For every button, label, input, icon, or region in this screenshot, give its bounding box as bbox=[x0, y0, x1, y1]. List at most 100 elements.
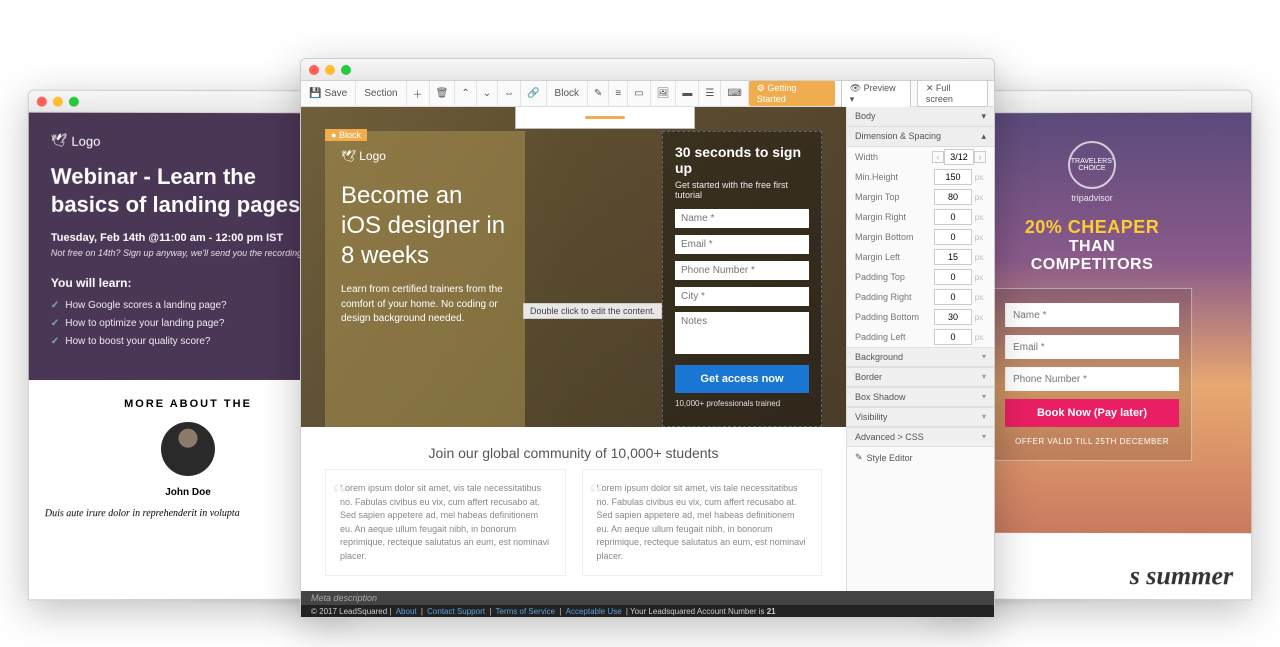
section-button[interactable]: Section bbox=[356, 81, 406, 107]
email-field[interactable] bbox=[1005, 335, 1179, 359]
delete-icon[interactable]: 🗑 bbox=[430, 81, 456, 107]
prop-input[interactable] bbox=[934, 189, 972, 205]
community-heading: Join our global community of 10,000+ stu… bbox=[301, 427, 846, 469]
notes-field[interactable] bbox=[675, 312, 809, 354]
prop-section[interactable]: Visibility bbox=[847, 407, 994, 427]
email-field[interactable] bbox=[675, 235, 809, 254]
properties-panel: Body▾ Dimension & Spacing▴ Width ‹ › Min… bbox=[846, 107, 994, 591]
prop-row: Margin Bottompx bbox=[847, 227, 994, 247]
footer-link[interactable]: Contact Support bbox=[427, 607, 485, 616]
book-now-button[interactable]: Book Now (Pay later) bbox=[1005, 399, 1179, 427]
footer-link[interactable]: About bbox=[396, 607, 417, 616]
prop-section[interactable]: Border bbox=[847, 367, 994, 387]
prop-section[interactable]: Background bbox=[847, 347, 994, 367]
prop-row: Padding Bottompx bbox=[847, 307, 994, 327]
prop-input[interactable] bbox=[934, 289, 972, 305]
width-stepper-right[interactable]: › bbox=[974, 151, 986, 163]
width-row: Width ‹ › bbox=[847, 147, 994, 167]
save-button[interactable]: 💾 Save bbox=[301, 81, 356, 107]
form-title: 30 seconds to sign up bbox=[675, 144, 809, 176]
get-access-button[interactable]: Get access now bbox=[675, 365, 809, 393]
footer-bar: © 2017 LeadSquared | About | Contact Sup… bbox=[301, 605, 994, 618]
bullet-item: How to boost your quality score? bbox=[51, 336, 325, 347]
prop-row: Margin Leftpx bbox=[847, 247, 994, 267]
editor-toolbar: 💾 Save Section ＋ 🗑 ⌃ ⌄ ⇔ 🔗 Block ✎ ≡ ▭ 🖼… bbox=[301, 81, 994, 107]
award-badge-icon: TRAVELERS' CHOICE bbox=[1068, 141, 1116, 189]
offer-text: OFFER VALID TILL 25TH DECEMBER bbox=[1005, 437, 1179, 446]
text-block-icon[interactable]: ▭ bbox=[628, 81, 650, 107]
bullet-item: How to optimize your landing page? bbox=[51, 318, 325, 329]
close-icon[interactable] bbox=[309, 65, 319, 75]
getting-started-button[interactable]: ⚙ Getting Started bbox=[749, 81, 835, 106]
edit-icon[interactable]: ✎ bbox=[588, 81, 609, 107]
prop-input[interactable] bbox=[934, 209, 972, 225]
close-icon[interactable] bbox=[37, 97, 47, 107]
prop-input[interactable] bbox=[934, 329, 972, 345]
minimize-icon[interactable] bbox=[325, 65, 335, 75]
prop-row: Margin Rightpx bbox=[847, 207, 994, 227]
dimension-section[interactable]: Dimension & Spacing▴ bbox=[847, 127, 994, 147]
width-stepper-left[interactable]: ‹ bbox=[932, 151, 944, 163]
name-field[interactable] bbox=[675, 209, 809, 228]
prop-row: Min.Heightpx bbox=[847, 167, 994, 187]
logo: 🕊 Logo bbox=[341, 149, 509, 163]
block-tag: ● Block bbox=[325, 129, 367, 141]
phone-field[interactable] bbox=[675, 261, 809, 280]
link-icon[interactable]: 🔗 bbox=[521, 81, 546, 107]
selector-dropdown[interactable]: Body▾ bbox=[847, 107, 994, 127]
prop-input[interactable] bbox=[934, 309, 972, 325]
prop-row: Padding Toppx bbox=[847, 267, 994, 287]
width-input[interactable] bbox=[944, 149, 974, 165]
meta-bar[interactable]: Meta description bbox=[301, 591, 994, 605]
prop-row: Margin Toppx bbox=[847, 187, 994, 207]
promo-line-2: THAN bbox=[955, 238, 1229, 256]
fullscreen-button[interactable]: ✕ Full screen bbox=[917, 80, 988, 107]
block-button[interactable]: Block bbox=[547, 81, 588, 107]
titlebar bbox=[301, 59, 994, 81]
footer-link[interactable]: Acceptable Use bbox=[566, 607, 622, 616]
avatar bbox=[161, 422, 215, 476]
city-field[interactable] bbox=[675, 287, 809, 306]
add-icon[interactable]: ＋ bbox=[407, 81, 430, 107]
testimonial: Lorem ipsum dolor sit amet, vis tale nec… bbox=[582, 469, 823, 576]
prop-input[interactable] bbox=[934, 249, 972, 265]
prop-section[interactable]: Advanced > CSS bbox=[847, 427, 994, 447]
testimonial: Lorem ipsum dolor sit amet, vis tale nec… bbox=[325, 469, 566, 576]
name-field[interactable] bbox=[1005, 303, 1179, 327]
prop-input[interactable] bbox=[934, 229, 972, 245]
tripadvisor-label: tripadvisor bbox=[955, 193, 1229, 203]
style-editor-button[interactable]: ✎ Style Editor bbox=[847, 447, 994, 468]
learn-title: You will learn: bbox=[51, 276, 325, 290]
move-down-icon[interactable]: ⌄ bbox=[477, 81, 498, 107]
maximize-icon[interactable] bbox=[69, 97, 79, 107]
hero-headline[interactable]: Become an iOS designer in 8 weeks bbox=[341, 181, 509, 271]
phone-field[interactable] bbox=[1005, 367, 1179, 391]
code-icon[interactable]: ⌨ bbox=[721, 81, 748, 107]
editor-window: 💾 Save Section ＋ 🗑 ⌃ ⌄ ⇔ 🔗 Block ✎ ≡ ▭ 🖼… bbox=[300, 58, 995, 618]
footer-link[interactable]: Terms of Service bbox=[496, 607, 556, 616]
maximize-icon[interactable] bbox=[341, 65, 351, 75]
image-icon[interactable]: 🖼 bbox=[651, 81, 677, 107]
edit-hint-tooltip: Double click to edit the content. bbox=[523, 303, 662, 319]
prop-section[interactable]: Box Shadow bbox=[847, 387, 994, 407]
booking-form: Book Now (Pay later) OFFER VALID TILL 25… bbox=[992, 288, 1192, 461]
signup-form[interactable]: 30 seconds to sign up Get started with t… bbox=[662, 131, 822, 427]
prop-row: Padding Leftpx bbox=[847, 327, 994, 347]
canvas[interactable]: ● Block 🕊 Logo Become an iOS designer in… bbox=[301, 107, 846, 591]
move-up-icon[interactable]: ⌃ bbox=[455, 81, 476, 107]
prop-input[interactable] bbox=[934, 169, 972, 185]
preview-button[interactable]: 👁 Preview ▾ bbox=[841, 80, 911, 108]
hero-subtext[interactable]: Learn from certified trainers from the c… bbox=[341, 283, 509, 327]
form-icon[interactable]: ☰ bbox=[699, 81, 721, 107]
expand-icon[interactable]: ⇔ bbox=[498, 81, 521, 107]
webinar-note: Not free on 14th? Sign up anyway, we'll … bbox=[51, 248, 325, 258]
selection-handle[interactable] bbox=[515, 107, 695, 129]
headline-column[interactable]: ● Block 🕊 Logo Become an iOS designer in… bbox=[325, 131, 525, 427]
minimize-icon[interactable] bbox=[53, 97, 63, 107]
list-icon[interactable]: ≡ bbox=[609, 81, 628, 107]
logo: 🕊 Logo bbox=[51, 133, 325, 150]
prop-input[interactable] bbox=[934, 269, 972, 285]
promo-line-3: COMPETITORS bbox=[955, 256, 1229, 274]
button-icon[interactable]: ▬ bbox=[676, 81, 699, 107]
form-desc: Get started with the free first tutorial bbox=[675, 180, 809, 200]
